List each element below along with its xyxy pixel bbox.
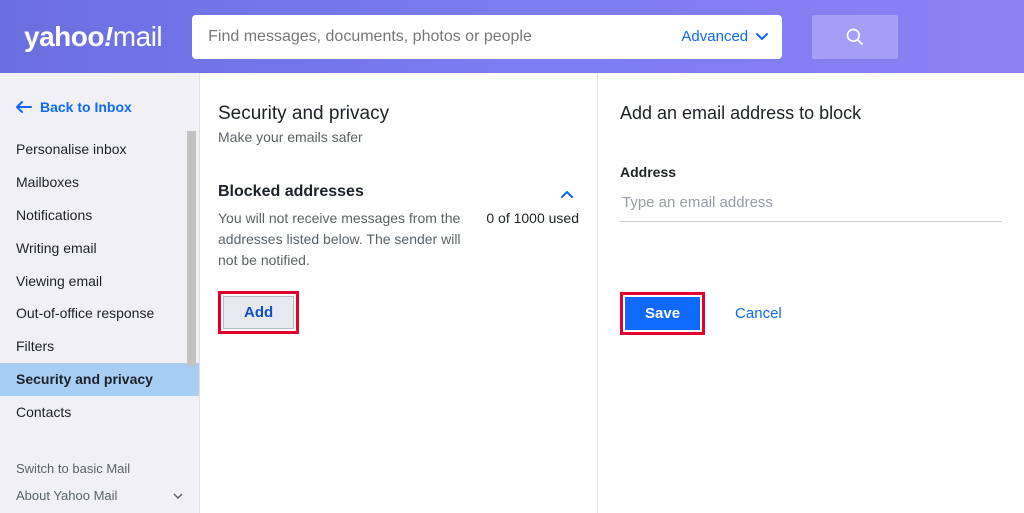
section-subtitle: Make your emails safer: [218, 129, 579, 145]
chevron-down-icon: [756, 31, 768, 43]
sidebar-item-contacts[interactable]: Contacts: [0, 396, 199, 429]
add-button-highlight: Add: [218, 291, 299, 334]
scrollbar-thumb[interactable]: [187, 131, 196, 366]
sidebar-item-filters[interactable]: Filters: [0, 330, 199, 363]
switch-basic-mail-link[interactable]: Switch to basic Mail: [0, 455, 199, 482]
sidebar-item-writing-email[interactable]: Writing email: [0, 232, 199, 265]
sidebar-item-out-of-office[interactable]: Out-of-office response: [0, 297, 199, 330]
logo-text: yahoo: [24, 21, 104, 53]
blocked-addresses-header: Blocked addresses: [218, 183, 579, 208]
bottom-label-0: Switch to basic Mail: [16, 461, 130, 476]
sidebar-item-notifications[interactable]: Notifications: [0, 199, 199, 232]
about-yahoo-mail-link[interactable]: About Yahoo Mail: [0, 482, 199, 509]
back-label: Back to Inbox: [40, 99, 132, 115]
arrow-left-icon: [16, 101, 32, 113]
address-input[interactable]: [620, 188, 1002, 222]
form-title: Add an email address to block: [620, 103, 1002, 124]
search-input[interactable]: [192, 28, 667, 46]
search-bar: Advanced: [192, 15, 782, 59]
blocked-addresses-desc: You will not receive messages from the a…: [218, 208, 463, 271]
add-button[interactable]: Add: [223, 296, 294, 329]
form-actions: Save Cancel: [620, 292, 1002, 335]
logo-exclaim: !: [104, 21, 113, 53]
content-body: Back to Inbox Personalise inbox Mailboxe…: [0, 73, 1024, 513]
advanced-search-link[interactable]: Advanced: [667, 28, 782, 45]
logo: yahoo!mail: [24, 21, 162, 53]
sidebar-item-security-privacy[interactable]: Security and privacy: [0, 363, 199, 396]
chevron-up-icon: [561, 189, 573, 201]
search-button[interactable]: [812, 15, 898, 59]
sidebar: Back to Inbox Personalise inbox Mailboxe…: [0, 73, 200, 513]
blocked-addresses-row: You will not receive messages from the a…: [218, 208, 579, 271]
nav-list: Personalise inbox Mailboxes Notification…: [0, 133, 199, 429]
address-label: Address: [620, 164, 1002, 180]
sidebar-item-personalise[interactable]: Personalise inbox: [0, 133, 199, 166]
save-button-highlight: Save: [620, 292, 705, 335]
section-title: Security and privacy: [218, 103, 579, 125]
blocked-count: 0 of 1000 used: [486, 208, 579, 226]
collapse-toggle[interactable]: [555, 183, 579, 208]
sidebar-item-mailboxes[interactable]: Mailboxes: [0, 166, 199, 199]
sidebar-bottom: Switch to basic Mail About Yahoo Mail: [0, 455, 199, 509]
logo-mail: mail: [113, 21, 162, 53]
search-icon: [845, 27, 865, 47]
app-header: yahoo!mail Advanced: [0, 0, 1024, 73]
bottom-label-1: About Yahoo Mail: [16, 488, 117, 503]
scrollbar-track[interactable]: [185, 131, 199, 451]
save-button[interactable]: Save: [625, 297, 700, 330]
back-to-inbox-link[interactable]: Back to Inbox: [0, 91, 199, 133]
sidebar-item-viewing-email[interactable]: Viewing email: [0, 265, 199, 298]
advanced-label: Advanced: [681, 28, 748, 45]
blocked-addresses-title: Blocked addresses: [218, 183, 364, 201]
cancel-link[interactable]: Cancel: [735, 305, 782, 322]
chevron-down-icon: [173, 491, 183, 501]
form-panel: Add an email address to block Address Sa…: [598, 73, 1024, 513]
settings-panel: Security and privacy Make your emails sa…: [200, 73, 598, 513]
